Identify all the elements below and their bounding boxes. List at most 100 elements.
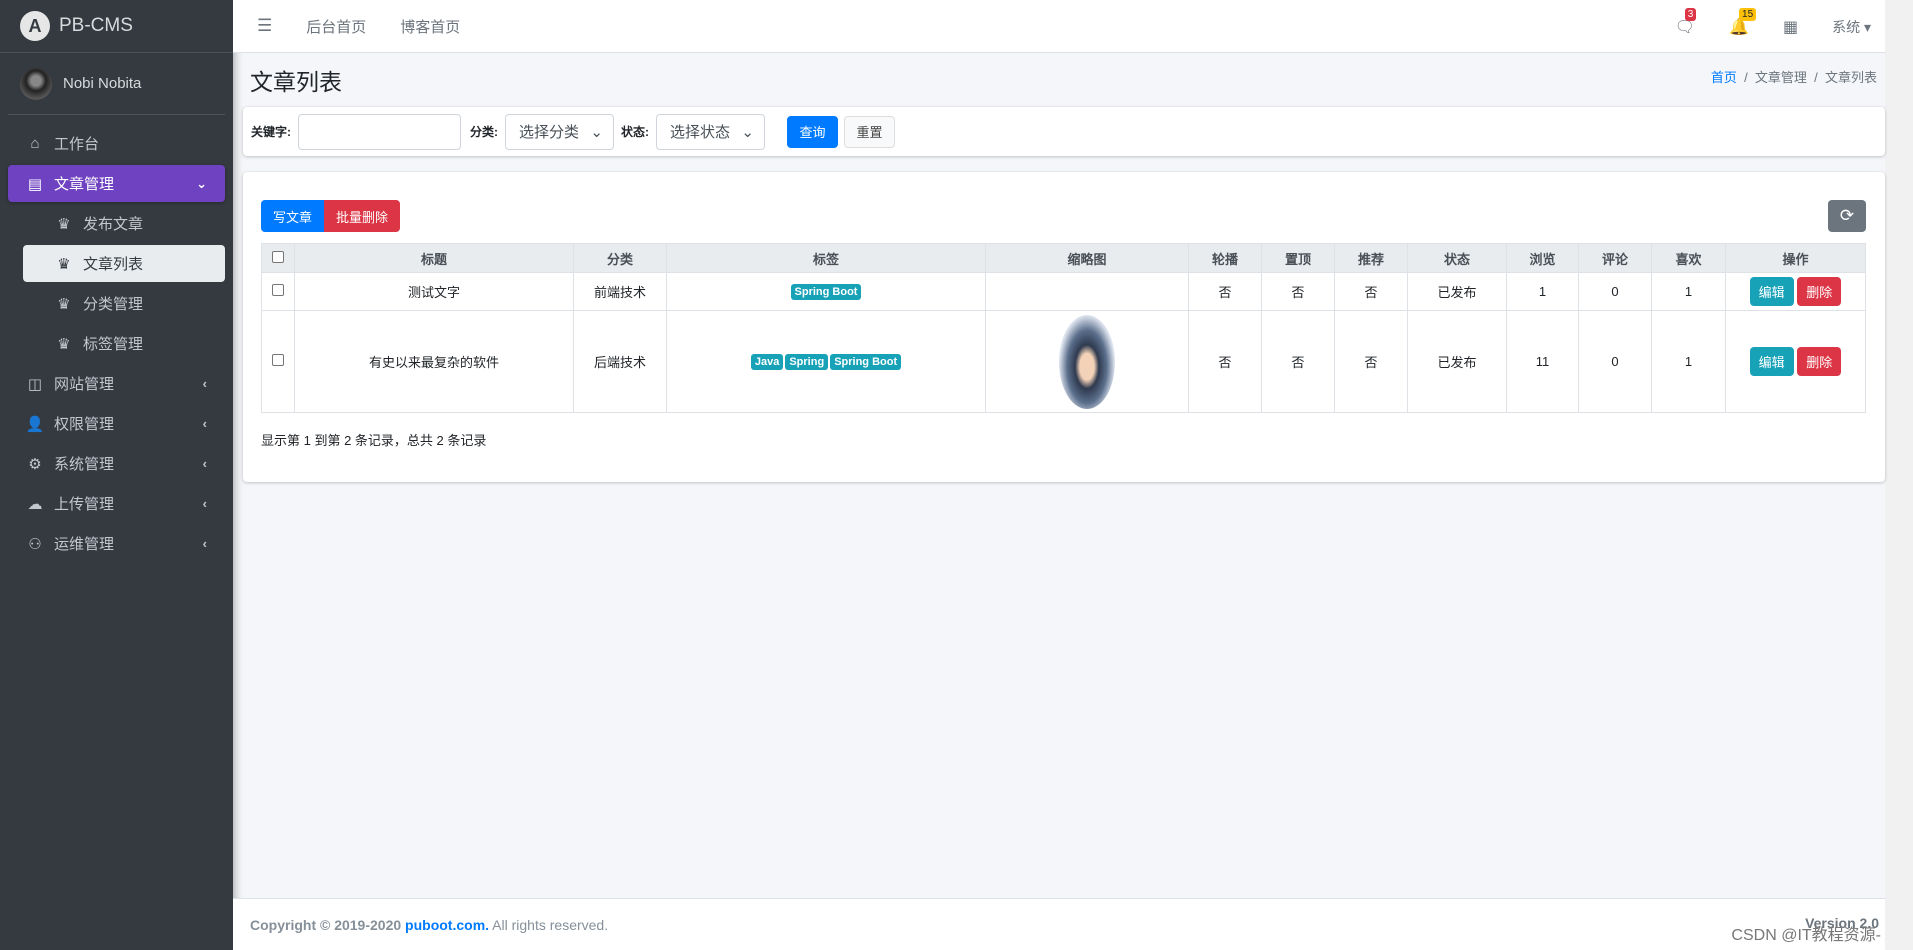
category-select-value: 选择分类 bbox=[519, 124, 580, 141]
nav-link-admin-home[interactable]: 后台首页 bbox=[306, 16, 366, 37]
sidebar-item-dashboard[interactable]: ⌂ 工作台 bbox=[8, 125, 225, 162]
main-content: 文章列表 首页 / 文章管理 / 文章列表 关键字: 分类: 选择分类 ⌄ 状态:… bbox=[233, 53, 1885, 898]
cell-status: 已发布 bbox=[1407, 272, 1507, 311]
col-carousel[interactable]: 轮播 bbox=[1188, 243, 1262, 273]
sidebar-item-label: 网站管理 bbox=[54, 376, 115, 393]
thumbnail-image[interactable] bbox=[1059, 314, 1115, 409]
messages-badge: 3 bbox=[1684, 7, 1697, 21]
col-comments[interactable]: 评论 bbox=[1578, 243, 1652, 273]
article-list-card: 写文章 批量删除 ⟳ 标题 分类 标签 缩略图 轮播 置顶 推荐 状态 浏览 评… bbox=[243, 172, 1885, 482]
col-thumbnail[interactable]: 缩略图 bbox=[985, 243, 1189, 273]
breadcrumb-articles[interactable]: 文章管理 bbox=[1755, 70, 1807, 85]
select-all-checkbox[interactable] bbox=[272, 250, 284, 263]
sidebar-item-permissions[interactable]: 👤 权限管理 ‹ bbox=[8, 405, 225, 442]
col-likes[interactable]: 喜欢 bbox=[1651, 243, 1726, 273]
sidebar-item-tags[interactable]: ♛ 标签管理 bbox=[23, 325, 225, 362]
sidebar-item-categories[interactable]: ♛ 分类管理 bbox=[23, 285, 225, 322]
col-tags[interactable]: 标签 bbox=[666, 243, 986, 273]
category-select[interactable]: 选择分类 ⌄ bbox=[505, 113, 614, 150]
cell-status: 已发布 bbox=[1407, 310, 1507, 413]
cell-likes: 1 bbox=[1651, 272, 1726, 311]
user-name: Nobi Nobita bbox=[63, 75, 142, 92]
edit-button[interactable]: 编辑 bbox=[1749, 277, 1794, 306]
notifications-badge: 15 bbox=[1739, 7, 1757, 21]
tag-badge: Spring bbox=[785, 354, 829, 370]
category-label: 分类: bbox=[470, 125, 498, 139]
site-link[interactable]: puboot.com. bbox=[405, 917, 489, 933]
user-panel[interactable]: Nobi Nobita bbox=[8, 53, 225, 115]
cell-actions: 编辑 删除 bbox=[1725, 310, 1866, 413]
chevron-left-icon: ‹ bbox=[202, 416, 207, 431]
delete-button[interactable]: 删除 bbox=[1797, 277, 1842, 306]
sidebar-item-article-list[interactable]: ♛ 文章列表 bbox=[23, 245, 225, 282]
sidebar-item-label: 发布文章 bbox=[83, 216, 144, 233]
notifications-button[interactable]: 🔔 15 bbox=[1729, 7, 1757, 37]
write-article-button[interactable]: 写文章 bbox=[261, 200, 324, 232]
system-dropdown[interactable]: 系统 ▾ bbox=[1832, 17, 1871, 37]
cell-thumbnail bbox=[985, 272, 1189, 311]
keyword-input[interactable] bbox=[298, 113, 461, 150]
messages-button[interactable]: 🗨 3 bbox=[1675, 7, 1697, 37]
cell-recommend: 否 bbox=[1334, 310, 1408, 413]
chess-queen-icon: ♛ bbox=[57, 215, 71, 233]
nav-link-blog-home[interactable]: 博客首页 bbox=[400, 16, 460, 37]
sidebar-item-system[interactable]: ⚙ 系统管理 ‹ bbox=[8, 445, 225, 482]
row-checkbox[interactable] bbox=[272, 354, 284, 366]
filter-card: 关键字: 分类: 选择分类 ⌄ 状态: 选择状态 ⌄ 查询 重置 bbox=[243, 107, 1885, 156]
col-views[interactable]: 浏览 bbox=[1506, 243, 1579, 273]
cell-likes: 1 bbox=[1651, 310, 1726, 413]
cell-tags: Java Spring Spring Boot bbox=[666, 310, 986, 413]
tag-badge: Spring Boot bbox=[830, 354, 902, 370]
col-status[interactable]: 状态 bbox=[1407, 243, 1507, 273]
user-cog-icon: 👤 bbox=[25, 415, 45, 433]
brand[interactable]: A PB-CMS bbox=[0, 0, 233, 53]
hamburger-menu-icon[interactable]: ☰ bbox=[257, 16, 272, 36]
page-title: 文章列表 bbox=[250, 69, 342, 95]
edit-button[interactable]: 编辑 bbox=[1749, 347, 1794, 376]
search-button[interactable]: 查询 bbox=[787, 115, 838, 148]
chevron-down-icon: ⌄ bbox=[590, 123, 603, 141]
sidebar-item-label: 分类管理 bbox=[83, 296, 144, 313]
cell-comments: 0 bbox=[1578, 310, 1652, 413]
breadcrumb: 首页 / 文章管理 / 文章列表 bbox=[1710, 70, 1877, 85]
table-row: 有史以来最复杂的软件 后端技术 Java Spring Spring Boot 否 … bbox=[261, 310, 1866, 413]
delete-button[interactable]: 删除 bbox=[1797, 347, 1842, 376]
chevron-down-icon: ⌄ bbox=[741, 123, 754, 141]
cell-title: 有史以来最复杂的软件 bbox=[294, 310, 574, 413]
cell-top: 否 bbox=[1261, 310, 1335, 413]
col-top[interactable]: 置顶 bbox=[1261, 243, 1335, 273]
chevron-down-icon: ⌄ bbox=[196, 175, 207, 191]
status-select[interactable]: 选择状态 ⌄ bbox=[656, 113, 765, 150]
sidebar: A PB-CMS Nobi Nobita ⌂ 工作台 ▤ 文章管理 ⌄ ♛ 发布文章 ♛… bbox=[0, 0, 233, 950]
breadcrumb-home[interactable]: 首页 bbox=[1711, 70, 1737, 85]
col-title[interactable]: 标题 bbox=[294, 243, 574, 273]
sidebar-item-website[interactable]: ◫ 网站管理 ‹ bbox=[8, 365, 225, 402]
chevron-left-icon: ‹ bbox=[202, 456, 207, 471]
columns-icon: ◫ bbox=[27, 375, 43, 393]
cell-tags: Spring Boot bbox=[666, 272, 986, 311]
cloud-upload-icon: ☁ bbox=[27, 495, 43, 513]
cell-category: 后端技术 bbox=[573, 310, 667, 413]
breadcrumb-current: 文章列表 bbox=[1824, 70, 1877, 85]
refresh-button[interactable]: ⟳ bbox=[1828, 200, 1866, 232]
cell-category: 前端技术 bbox=[573, 272, 667, 311]
col-recommend[interactable]: 推荐 bbox=[1334, 243, 1408, 273]
col-category[interactable]: 分类 bbox=[573, 243, 667, 273]
sidebar-item-label: 权限管理 bbox=[54, 416, 115, 433]
cell-top: 否 bbox=[1261, 272, 1335, 311]
reset-button[interactable]: 重置 bbox=[844, 115, 895, 148]
cell-carousel: 否 bbox=[1188, 272, 1262, 311]
grid-icon[interactable]: ▦ bbox=[1783, 17, 1798, 37]
batch-delete-button[interactable]: 批量删除 bbox=[324, 200, 400, 232]
chess-queen-icon: ♛ bbox=[57, 295, 71, 313]
row-checkbox[interactable] bbox=[272, 284, 284, 296]
sidebar-item-publish-article[interactable]: ♛ 发布文章 bbox=[23, 205, 225, 242]
table-header-row: 标题 分类 标签 缩略图 轮播 置顶 推荐 状态 浏览 评论 喜欢 操作 bbox=[261, 243, 1866, 273]
sidebar-item-label: 运维管理 bbox=[54, 536, 115, 553]
sidebar-item-upload[interactable]: ☁ 上传管理 ‹ bbox=[8, 485, 225, 522]
sidebar-item-articles[interactable]: ▤ 文章管理 ⌄ bbox=[8, 165, 225, 202]
scrollbar[interactable] bbox=[1885, 0, 1913, 950]
sidebar-item-ops[interactable]: ⚇ 运维管理 ‹ bbox=[8, 525, 225, 562]
cell-recommend: 否 bbox=[1334, 272, 1408, 311]
status-label: 状态: bbox=[621, 125, 649, 139]
